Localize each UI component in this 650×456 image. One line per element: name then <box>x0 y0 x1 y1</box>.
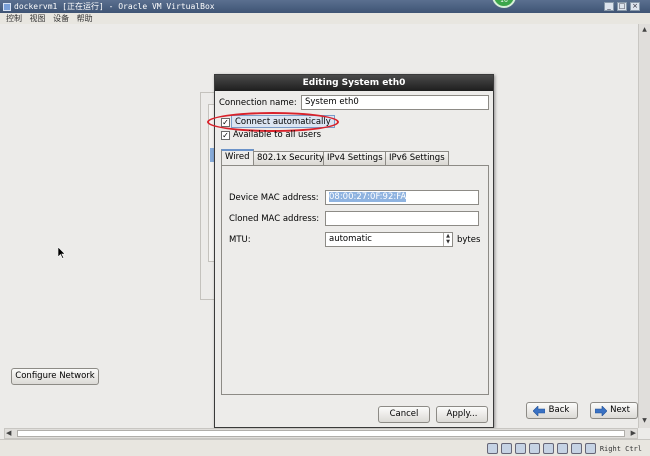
horizontal-scrollbar[interactable]: ◀ ▶ <box>4 428 638 439</box>
minimize-button[interactable]: _ <box>604 2 614 11</box>
horizontal-scroll-thumb[interactable] <box>17 430 625 437</box>
configure-network-button[interactable]: Configure Network <box>11 368 99 385</box>
device-tray: Right Ctrl <box>484 442 642 455</box>
cloned-mac-input[interactable] <box>325 211 479 226</box>
mouse-cursor-icon <box>58 247 66 259</box>
scroll-right-icon[interactable]: ▶ <box>631 429 636 437</box>
connection-name-input[interactable]: System eth0 <box>301 95 489 110</box>
next-button[interactable]: Next <box>590 402 638 419</box>
video-capture-icon[interactable] <box>570 443 582 454</box>
tab-ipv6-settings[interactable]: IPv6 Settings <box>385 151 449 165</box>
dialog-title: Editing System eth0 <box>215 75 493 91</box>
connection-name-label: Connection name: <box>219 98 297 108</box>
shared-folder-icon[interactable] <box>528 443 540 454</box>
apply-button[interactable]: Apply... <box>436 406 488 423</box>
device-mac-input[interactable]: 08:00:27:0F:92:FA <box>325 190 479 205</box>
virtualbox-app-icon <box>3 3 11 11</box>
menu-view[interactable]: 视图 <box>30 14 46 23</box>
available-all-users-label[interactable]: Available to all users <box>233 129 321 141</box>
tab-8021x-security[interactable]: 802.1x Security <box>253 151 328 165</box>
tab-wired[interactable]: Wired <box>221 149 254 166</box>
mtu-input[interactable]: automatic <box>325 232 453 247</box>
back-button-label: Back <box>548 405 570 415</box>
maximize-button[interactable]: □ <box>617 2 627 11</box>
scroll-down-icon[interactable]: ▼ <box>640 417 649 426</box>
scroll-up-icon[interactable]: ▲ <box>640 26 649 35</box>
display-icon[interactable] <box>556 443 568 454</box>
cancel-button[interactable]: Cancel <box>378 406 430 423</box>
mtu-unit-label: bytes <box>457 235 481 245</box>
tab-ipv4-settings[interactable]: IPv4 Settings <box>323 151 387 165</box>
window-titlebar: dockervm1 [正在运行] - Oracle VM VirtualBox … <box>0 0 650 13</box>
device-mac-label: Device MAC address: <box>229 193 319 203</box>
available-all-users-checkbox[interactable]: ✓ <box>221 131 230 140</box>
host-key-label: Right Ctrl <box>599 444 642 453</box>
next-button-label: Next <box>610 405 630 415</box>
vbox-menubar: 控制 视图 设备 帮助 <box>0 13 650 24</box>
usb-icon[interactable] <box>514 443 526 454</box>
scroll-left-icon[interactable]: ◀ <box>6 429 11 437</box>
optical-drive-icon[interactable] <box>500 443 512 454</box>
arrow-left-icon <box>533 406 545 416</box>
arrow-right-icon <box>595 406 607 416</box>
mtu-spinner[interactable]: ▲ ▼ <box>443 233 452 246</box>
network-icon[interactable] <box>542 443 554 454</box>
vertical-scrollbar[interactable]: ▲ ▼ <box>638 24 650 428</box>
menu-devices[interactable]: 设备 <box>53 14 69 23</box>
menu-machine[interactable]: 控制 <box>6 14 22 23</box>
mtu-label: MTU: <box>229 235 251 245</box>
hard-disk-icon[interactable] <box>486 443 498 454</box>
vm-statusbar: Right Ctrl <box>0 439 650 456</box>
back-button[interactable]: Back <box>526 402 578 419</box>
window-title: dockervm1 [正在运行] - Oracle VM VirtualBox <box>14 2 215 11</box>
close-window-button[interactable]: × <box>630 2 640 11</box>
cloned-mac-label: Cloned MAC address: <box>229 214 320 224</box>
menu-help[interactable]: 帮助 <box>77 14 93 23</box>
device-mac-value: 08:00:27:0F:92:FA <box>329 192 407 202</box>
mouse-integration-icon[interactable] <box>584 443 596 454</box>
editing-connection-dialog: Editing System eth0 Connection name: Sys… <box>207 74 494 428</box>
